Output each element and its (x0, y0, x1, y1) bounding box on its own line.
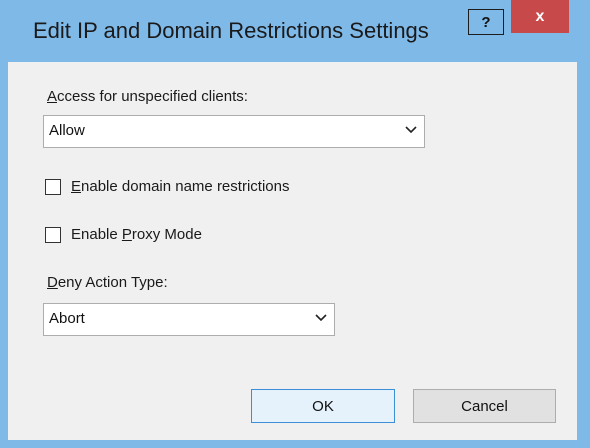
cancel-button[interactable]: Cancel (413, 389, 556, 423)
proxy-mode-label: Enable Proxy Mode (71, 226, 202, 243)
access-select-value: Allow (49, 122, 85, 139)
deny-action-select[interactable]: Abort (43, 303, 335, 336)
dialog-window: Edit IP and Domain Restrictions Settings… (0, 0, 590, 448)
proxy-mode-row[interactable]: Enable Proxy Mode (45, 226, 202, 243)
title-bar: Edit IP and Domain Restrictions Settings… (0, 0, 590, 62)
dialog-title: Edit IP and Domain Restrictions Settings (33, 18, 429, 43)
deny-action-select-value: Abort (49, 310, 85, 327)
dialog-body: Access for unspecified clients: Allow En… (8, 62, 577, 440)
access-select[interactable]: Allow (43, 115, 425, 148)
deny-action-label: Deny Action Type: (47, 274, 168, 291)
close-icon: x (535, 7, 545, 25)
help-icon: ? (481, 13, 491, 31)
domain-restrictions-label: Enable domain name restrictions (71, 178, 290, 195)
domain-restrictions-checkbox[interactable] (45, 178, 61, 195)
ok-button[interactable]: OK (251, 389, 395, 423)
domain-restrictions-row[interactable]: Enable domain name restrictions (45, 178, 289, 195)
access-label: Access for unspecified clients: (47, 88, 248, 105)
proxy-mode-checkbox[interactable] (45, 226, 61, 243)
help-button[interactable]: ? (468, 9, 504, 35)
chevron-down-icon (405, 126, 417, 134)
close-button[interactable]: x (511, 0, 569, 33)
chevron-down-icon (315, 314, 327, 322)
